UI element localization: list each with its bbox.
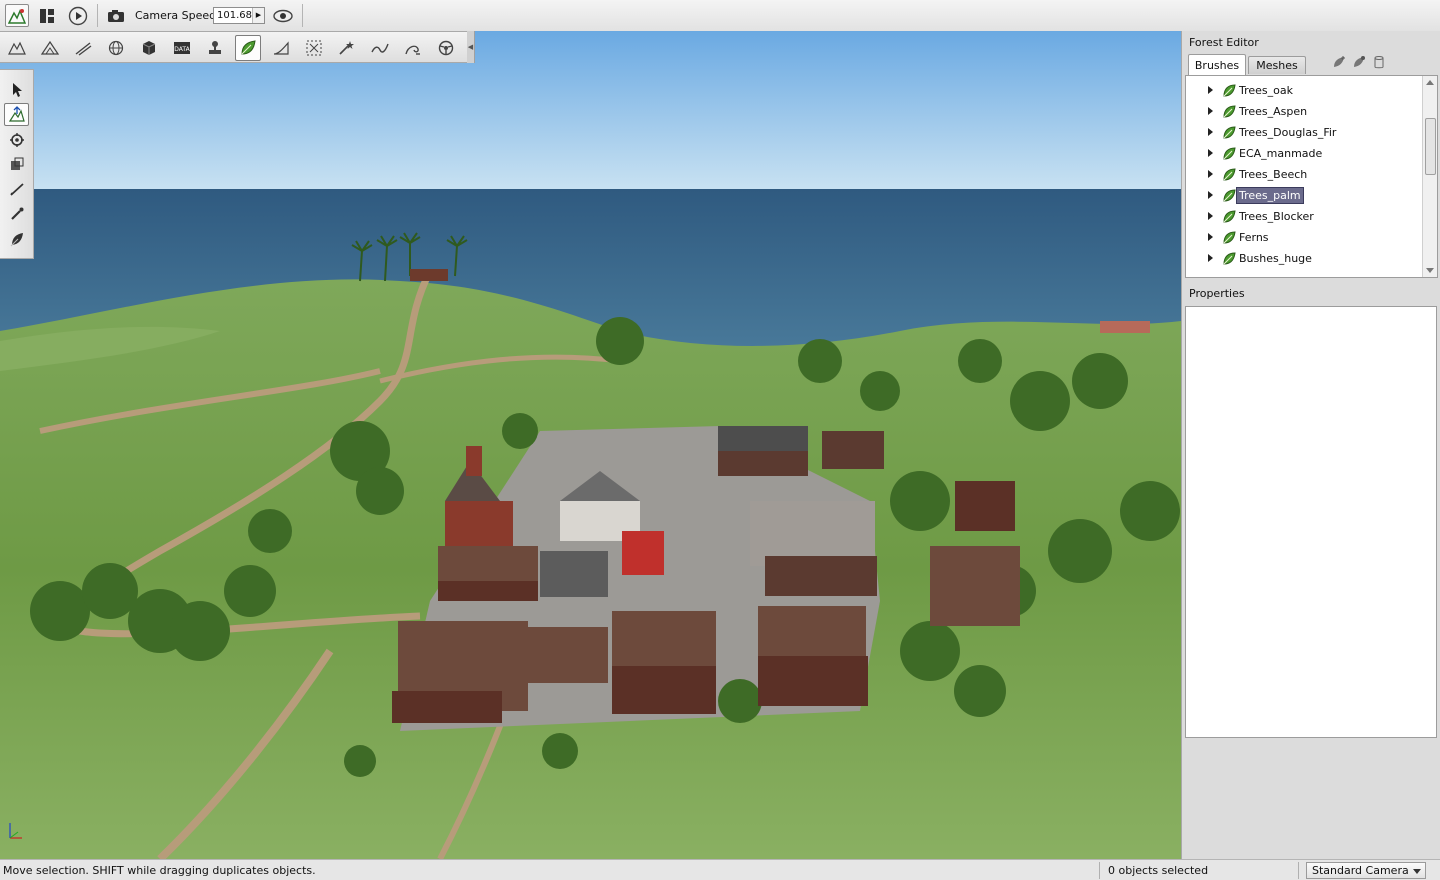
terrain-icon[interactable]: [4, 35, 30, 61]
wave-icon[interactable]: [367, 35, 393, 61]
leaf-brush-icon: [1223, 252, 1236, 265]
transform-tools-palette: [0, 69, 34, 259]
camera-speed-input[interactable]: 101.68 ▶: [213, 7, 265, 24]
terrain-scene: [0, 31, 1181, 859]
tree-item-trees-beech[interactable]: Trees_Beech: [1186, 164, 1424, 185]
scroll-down-icon[interactable]: [1426, 268, 1434, 273]
brush-label: Trees_Douglas_Fir: [1239, 126, 1337, 139]
tree-item-trees-oak[interactable]: Trees_oak: [1186, 80, 1424, 101]
svg-text:DATA: DATA: [174, 46, 190, 53]
marquee-icon[interactable]: [301, 35, 327, 61]
selection-count: 0 objects selected: [1108, 864, 1209, 877]
forest-editor-panel: Forest Editor Brushes Meshes Trees_oak T…: [1181, 31, 1440, 859]
tree-item-trees-blocker[interactable]: Trees_Blocker: [1186, 206, 1424, 227]
stamp-icon[interactable]: [202, 35, 228, 61]
main-toolbar: Camera Speed 101.68 ▶: [0, 0, 1440, 32]
forest-editor-title: Forest Editor: [1189, 36, 1259, 49]
leaf-brush-icon: [1223, 168, 1236, 181]
paint-brush-icon[interactable]: [4, 177, 29, 200]
expand-arrow-icon[interactable]: [1208, 86, 1213, 94]
wand-icon[interactable]: [334, 35, 360, 61]
visibility-eye-icon[interactable]: [271, 4, 295, 27]
expand-arrow-icon[interactable]: [1208, 170, 1213, 178]
play-icon[interactable]: [66, 4, 90, 27]
globe-icon[interactable]: [103, 35, 129, 61]
brush-label: Trees_Blocker: [1239, 210, 1314, 223]
editor-tools-toolbar: DATA: [0, 31, 468, 63]
brush-label-selected: Trees_palm: [1236, 187, 1304, 204]
tree-item-trees-palm[interactable]: Trees_palm: [1186, 185, 1424, 206]
tree-item-trees-douglas-fir[interactable]: Trees_Douglas_Fir: [1186, 122, 1424, 143]
toolbar-collapse-handle[interactable]: ◀: [467, 31, 475, 63]
axis-gizmo-icon: [6, 820, 26, 845]
erase-icon[interactable]: [4, 227, 29, 250]
expand-arrow-icon[interactable]: [1208, 191, 1213, 199]
brush-label: Bushes_huge: [1239, 252, 1312, 265]
ramp-icon[interactable]: [268, 35, 294, 61]
data-icon[interactable]: DATA: [169, 35, 195, 61]
rotate-icon[interactable]: [4, 128, 29, 151]
leaf-brush-icon: [1223, 126, 1236, 139]
cube-icon[interactable]: [136, 35, 162, 61]
status-message: Move selection. SHIFT while dragging dup…: [3, 864, 316, 877]
camera-mode-value: Standard Camera: [1312, 864, 1409, 877]
leaf-icon[interactable]: [235, 35, 261, 61]
mountain-icon[interactable]: [37, 35, 63, 61]
swirl-icon[interactable]: [400, 35, 426, 61]
tree-item-ferns[interactable]: Ferns: [1186, 227, 1424, 248]
camera-mode-select[interactable]: Standard Camera: [1306, 862, 1426, 879]
leaf-brush-icon: [1223, 210, 1236, 223]
brush-label: ECA_manmade: [1239, 147, 1323, 160]
leaf-brush-icon: [1223, 189, 1236, 202]
brush-tree-scrollbar[interactable]: [1422, 76, 1437, 277]
properties-inspector[interactable]: [1185, 306, 1437, 738]
scale-icon[interactable]: [4, 152, 29, 175]
scroll-thumb[interactable]: [1425, 118, 1436, 175]
leaf-brush-icon: [1223, 105, 1236, 118]
camera-speed-label: Camera Speed: [135, 9, 217, 22]
expand-arrow-icon[interactable]: [1208, 212, 1213, 220]
tree-item-bushes-huge[interactable]: Bushes_huge: [1186, 248, 1424, 269]
brush-label: Trees_Beech: [1239, 168, 1308, 181]
expand-arrow-icon[interactable]: [1208, 233, 1213, 241]
properties-title: Properties: [1189, 287, 1245, 300]
expand-arrow-icon[interactable]: [1208, 254, 1213, 262]
expand-arrow-icon[interactable]: [1208, 128, 1213, 136]
eyedropper-icon[interactable]: [4, 202, 29, 225]
new-element-icon[interactable]: [1351, 54, 1367, 70]
tab-meshes[interactable]: Meshes: [1248, 56, 1306, 74]
arrow-select-icon[interactable]: [4, 78, 29, 101]
delete-trash-icon[interactable]: [1371, 54, 1387, 70]
brush-label: Trees_Aspen: [1239, 105, 1308, 118]
expand-arrow-icon[interactable]: [1208, 149, 1213, 157]
world-editor-icon[interactable]: [5, 4, 29, 27]
tab-brushes[interactable]: Brushes: [1188, 54, 1246, 75]
leaf-brush-icon: [1223, 147, 1236, 160]
new-brush-icon[interactable]: [1331, 54, 1347, 70]
brush-tree: Trees_oak Trees_Aspen Trees_Douglas_Fir …: [1185, 75, 1438, 278]
leaf-brush-icon: [1223, 84, 1236, 97]
move-icon[interactable]: [4, 103, 29, 126]
scroll-up-icon[interactable]: [1426, 80, 1434, 85]
brush-label: Trees_oak: [1239, 84, 1293, 97]
speed-increment-arrow-icon[interactable]: ▶: [252, 8, 264, 23]
camera-speed-value: 101.68: [217, 10, 252, 21]
steering-icon[interactable]: [433, 35, 459, 61]
brush-label: Ferns: [1239, 231, 1269, 244]
chevron-down-icon: [1413, 869, 1421, 874]
expand-arrow-icon[interactable]: [1208, 107, 1213, 115]
status-bar: Move selection. SHIFT while dragging dup…: [0, 859, 1440, 880]
layout-icon[interactable]: [35, 4, 59, 27]
road-icon[interactable]: [70, 35, 96, 61]
tree-item-trees-aspen[interactable]: Trees_Aspen: [1186, 101, 1424, 122]
camera-icon[interactable]: [104, 4, 128, 27]
scene-viewport[interactable]: [0, 31, 1181, 859]
tree-item-eca-manmade[interactable]: ECA_manmade: [1186, 143, 1424, 164]
leaf-brush-icon: [1223, 231, 1236, 244]
